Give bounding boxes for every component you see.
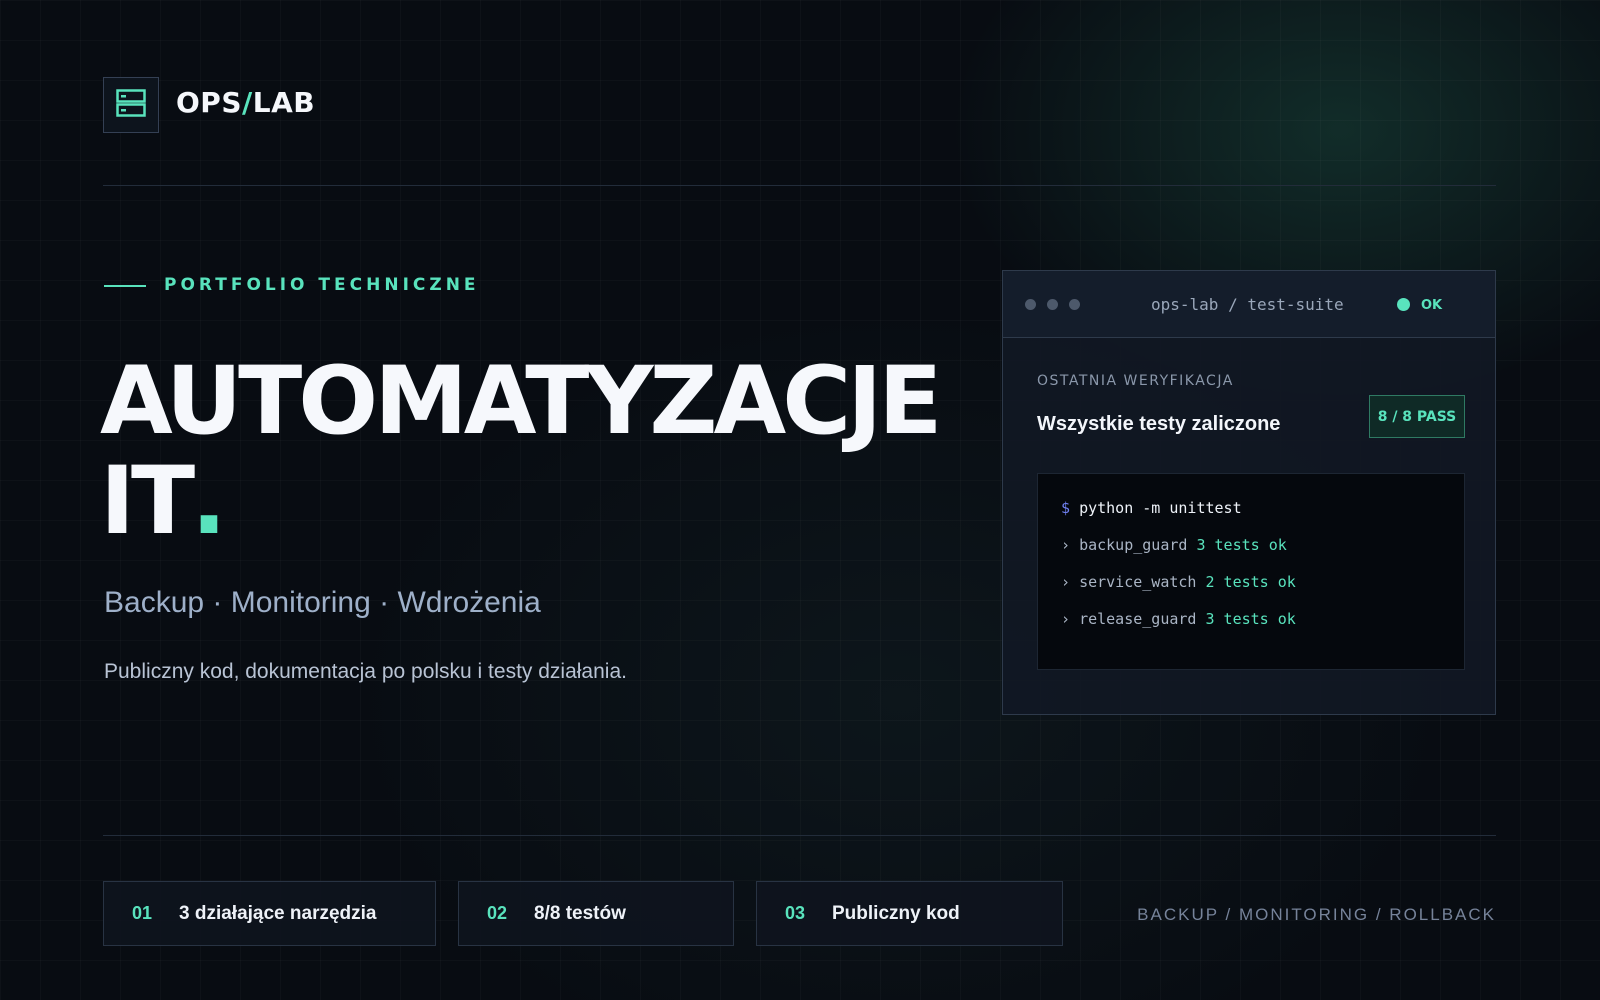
terminal-result-line: › service_watch 2 tests ok [1061, 573, 1464, 610]
stat-card-code[interactable]: 03 Publiczny kod [756, 881, 1063, 946]
result-marker: › [1061, 573, 1071, 591]
headline-line-2-text: IT [100, 447, 195, 556]
status-dot-icon [1397, 298, 1410, 311]
brand-name[interactable]: OPS/LAB [176, 86, 315, 119]
brand-name-prefix: OPS [176, 86, 242, 119]
brand-name-suffix: LAB [252, 86, 316, 119]
hero-subline: Backup · Monitoring · Wdrożenia [104, 586, 541, 619]
kicker-accent-line [104, 285, 146, 287]
terminal-result-line: › release_guard 3 tests ok [1061, 610, 1464, 647]
headline-line-2: IT. [100, 452, 938, 552]
card-title: ops-lab / test-suite [1151, 295, 1344, 314]
server-stack-icon [116, 89, 146, 121]
card-titlebar: ops-lab / test-suite OK [1003, 271, 1495, 338]
stat-label: Publiczny kod [832, 902, 960, 924]
result-marker: › [1061, 536, 1071, 554]
stat-number: 01 [132, 903, 153, 923]
stat-label: 3 działające narzędzia [179, 902, 377, 924]
terminal-prompt: $ [1061, 499, 1071, 517]
stat-number: 02 [487, 903, 508, 923]
result-status: 2 tests ok [1205, 573, 1296, 591]
headline-line-1: AUTOMATYZACJE [100, 347, 942, 456]
result-module: backup_guard [1079, 536, 1188, 554]
result-module: service_watch [1079, 573, 1197, 591]
hero-kicker: PORTFOLIO TECHNICZNE [164, 275, 480, 295]
footer-divider [103, 835, 1496, 836]
terminal-output: $ python -m unittest › backup_guard 3 te… [1037, 473, 1465, 670]
hero-headline: AUTOMATYZACJE IT. [100, 347, 942, 552]
headline-accent-dot: . [191, 447, 227, 556]
test-suite-card: ops-lab / test-suite OK OSTATNIA WERYFIK… [1002, 270, 1496, 715]
stat-card-tools[interactable]: 01 3 działające narzędzia [103, 881, 436, 946]
terminal-command: python -m unittest [1079, 499, 1242, 517]
card-label: OSTATNIA WERYFIKACJA [1037, 373, 1234, 389]
hero-description: Publiczny kod, dokumentacja po polsku i … [104, 660, 627, 683]
footer-tags: BACKUP / MONITORING / ROLLBACK [1137, 905, 1496, 924]
status-text: OK [1421, 298, 1443, 313]
window-dot-icon [1047, 299, 1058, 310]
logo[interactable] [103, 77, 159, 133]
window-dot-icon [1069, 299, 1080, 310]
terminal-result-line: › backup_guard 3 tests ok [1061, 536, 1464, 573]
header-divider [103, 185, 1496, 186]
result-module: release_guard [1079, 610, 1197, 628]
stat-number: 03 [785, 903, 806, 923]
result-status: 3 tests ok [1205, 610, 1296, 628]
stat-card-tests[interactable]: 02 8/8 testów [458, 881, 734, 946]
terminal-command-line: $ python -m unittest [1061, 499, 1464, 536]
window-dot-icon [1025, 299, 1036, 310]
brand-name-slash: / [242, 86, 253, 119]
result-status: 3 tests ok [1196, 536, 1287, 554]
result-marker: › [1061, 610, 1071, 628]
card-heading: Wszystkie testy zaliczone [1037, 413, 1281, 435]
pass-badge: 8 / 8 PASS [1369, 395, 1465, 438]
stat-label: 8/8 testów [534, 902, 626, 924]
